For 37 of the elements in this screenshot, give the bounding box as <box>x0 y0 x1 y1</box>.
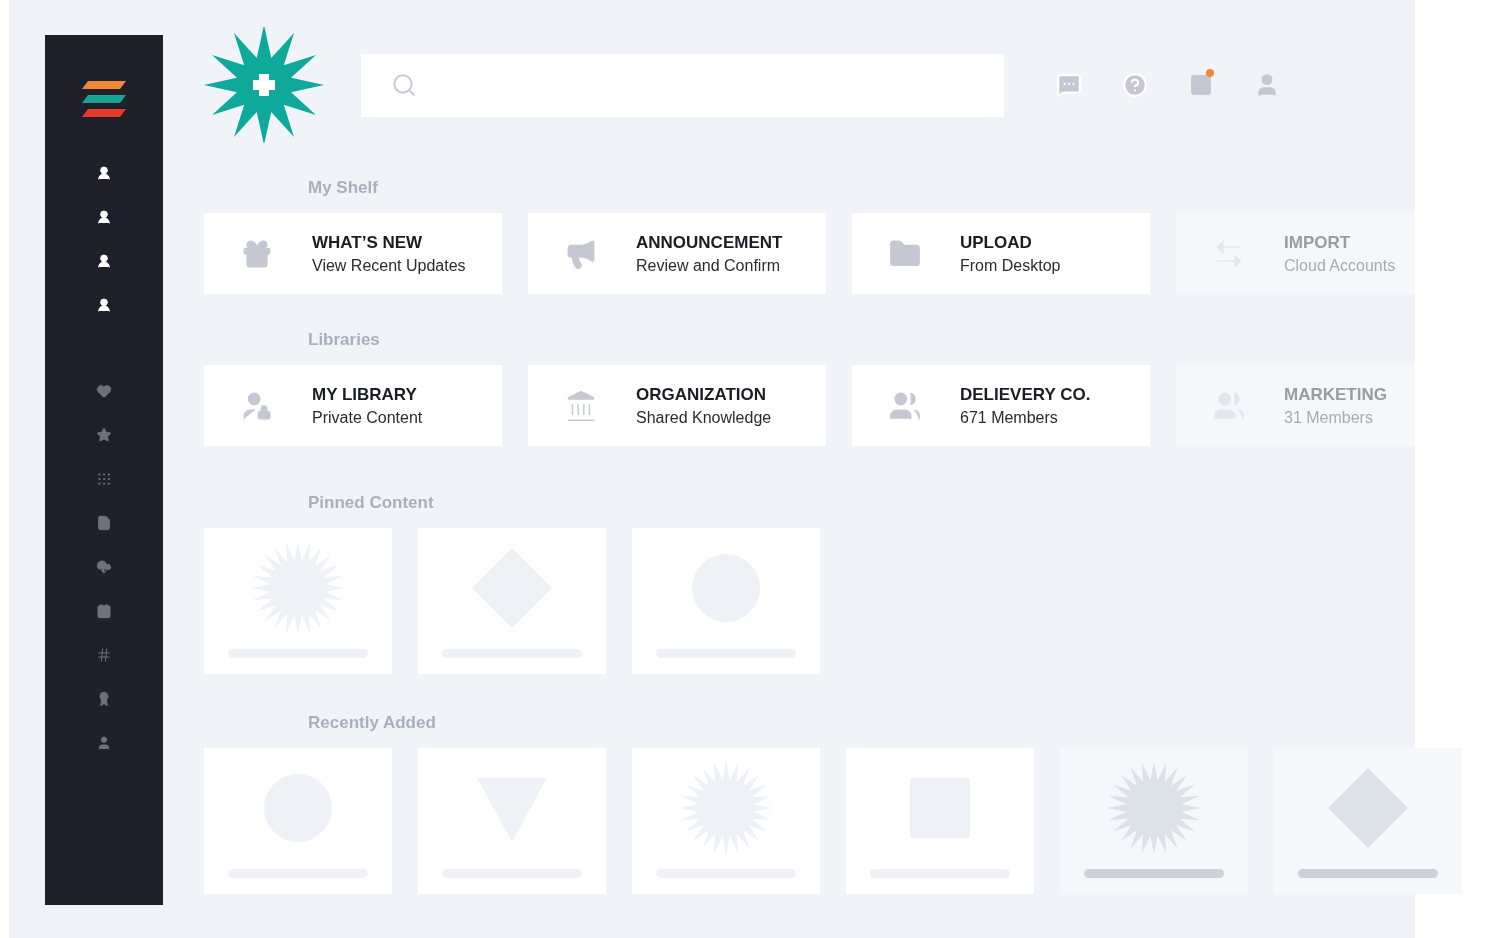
notification-dot <box>1206 69 1214 77</box>
shortcut-card[interactable]: ANNOUNCEMENT Review and Confirm <box>528 213 826 294</box>
card-title: ANNOUNCEMENT <box>636 232 783 253</box>
card-title: MY LIBRARY <box>312 384 418 405</box>
content-tile[interactable] <box>1060 748 1248 894</box>
card-title: MARKETING <box>1284 384 1387 405</box>
search-field[interactable] <box>361 53 1004 117</box>
card-subtitle: 671 Members <box>960 408 1059 427</box>
card-subtitle: 31 Members <box>1284 408 1374 427</box>
card-subtitle: View Recent Updates <box>312 256 466 275</box>
card-title: WHAT’S NEW <box>312 232 424 253</box>
card-title: DELIEVERY CO. <box>960 384 1091 405</box>
shortcut-card[interactable]: DELIEVERY CO. 671 Members <box>852 365 1150 446</box>
section-title: My Shelf <box>308 178 379 198</box>
card-subtitle: Private Content <box>312 408 423 427</box>
card-title: IMPORT <box>1284 232 1352 253</box>
card-subtitle: From Desktop <box>960 256 1061 275</box>
section-title: Pinned Content <box>308 493 435 513</box>
help-icon[interactable] <box>1122 72 1148 98</box>
calendar-icon[interactable] <box>94 601 114 621</box>
section-title: Recently Added <box>308 713 437 733</box>
star-icon[interactable] <box>94 425 114 445</box>
section-title: Libraries <box>308 330 381 350</box>
card-title: ORGANIZATION <box>636 384 767 405</box>
search-icon <box>391 72 417 98</box>
shortcut-card[interactable]: MY LIBRARY Private Content <box>204 365 502 446</box>
card-subtitle: Shared Knowledge <box>636 408 772 427</box>
logo-icon <box>204 27 324 143</box>
content-tile[interactable] <box>1274 748 1462 894</box>
card-subtitle: Cloud Accounts <box>1284 256 1396 275</box>
shortcut-card[interactable]: UPLOAD From Desktop <box>852 213 1150 294</box>
card-title: UPLOAD <box>960 232 1033 253</box>
card-subtitle: Review and Confirm <box>636 256 782 275</box>
shortcut-card[interactable]: WHAT’S NEW View Recent Updates <box>204 213 502 294</box>
notification-icon[interactable] <box>1188 72 1214 98</box>
shortcut-card[interactable]: ORGANIZATION Shared Knowledge <box>528 365 826 446</box>
chat-icon[interactable] <box>1056 72 1082 98</box>
